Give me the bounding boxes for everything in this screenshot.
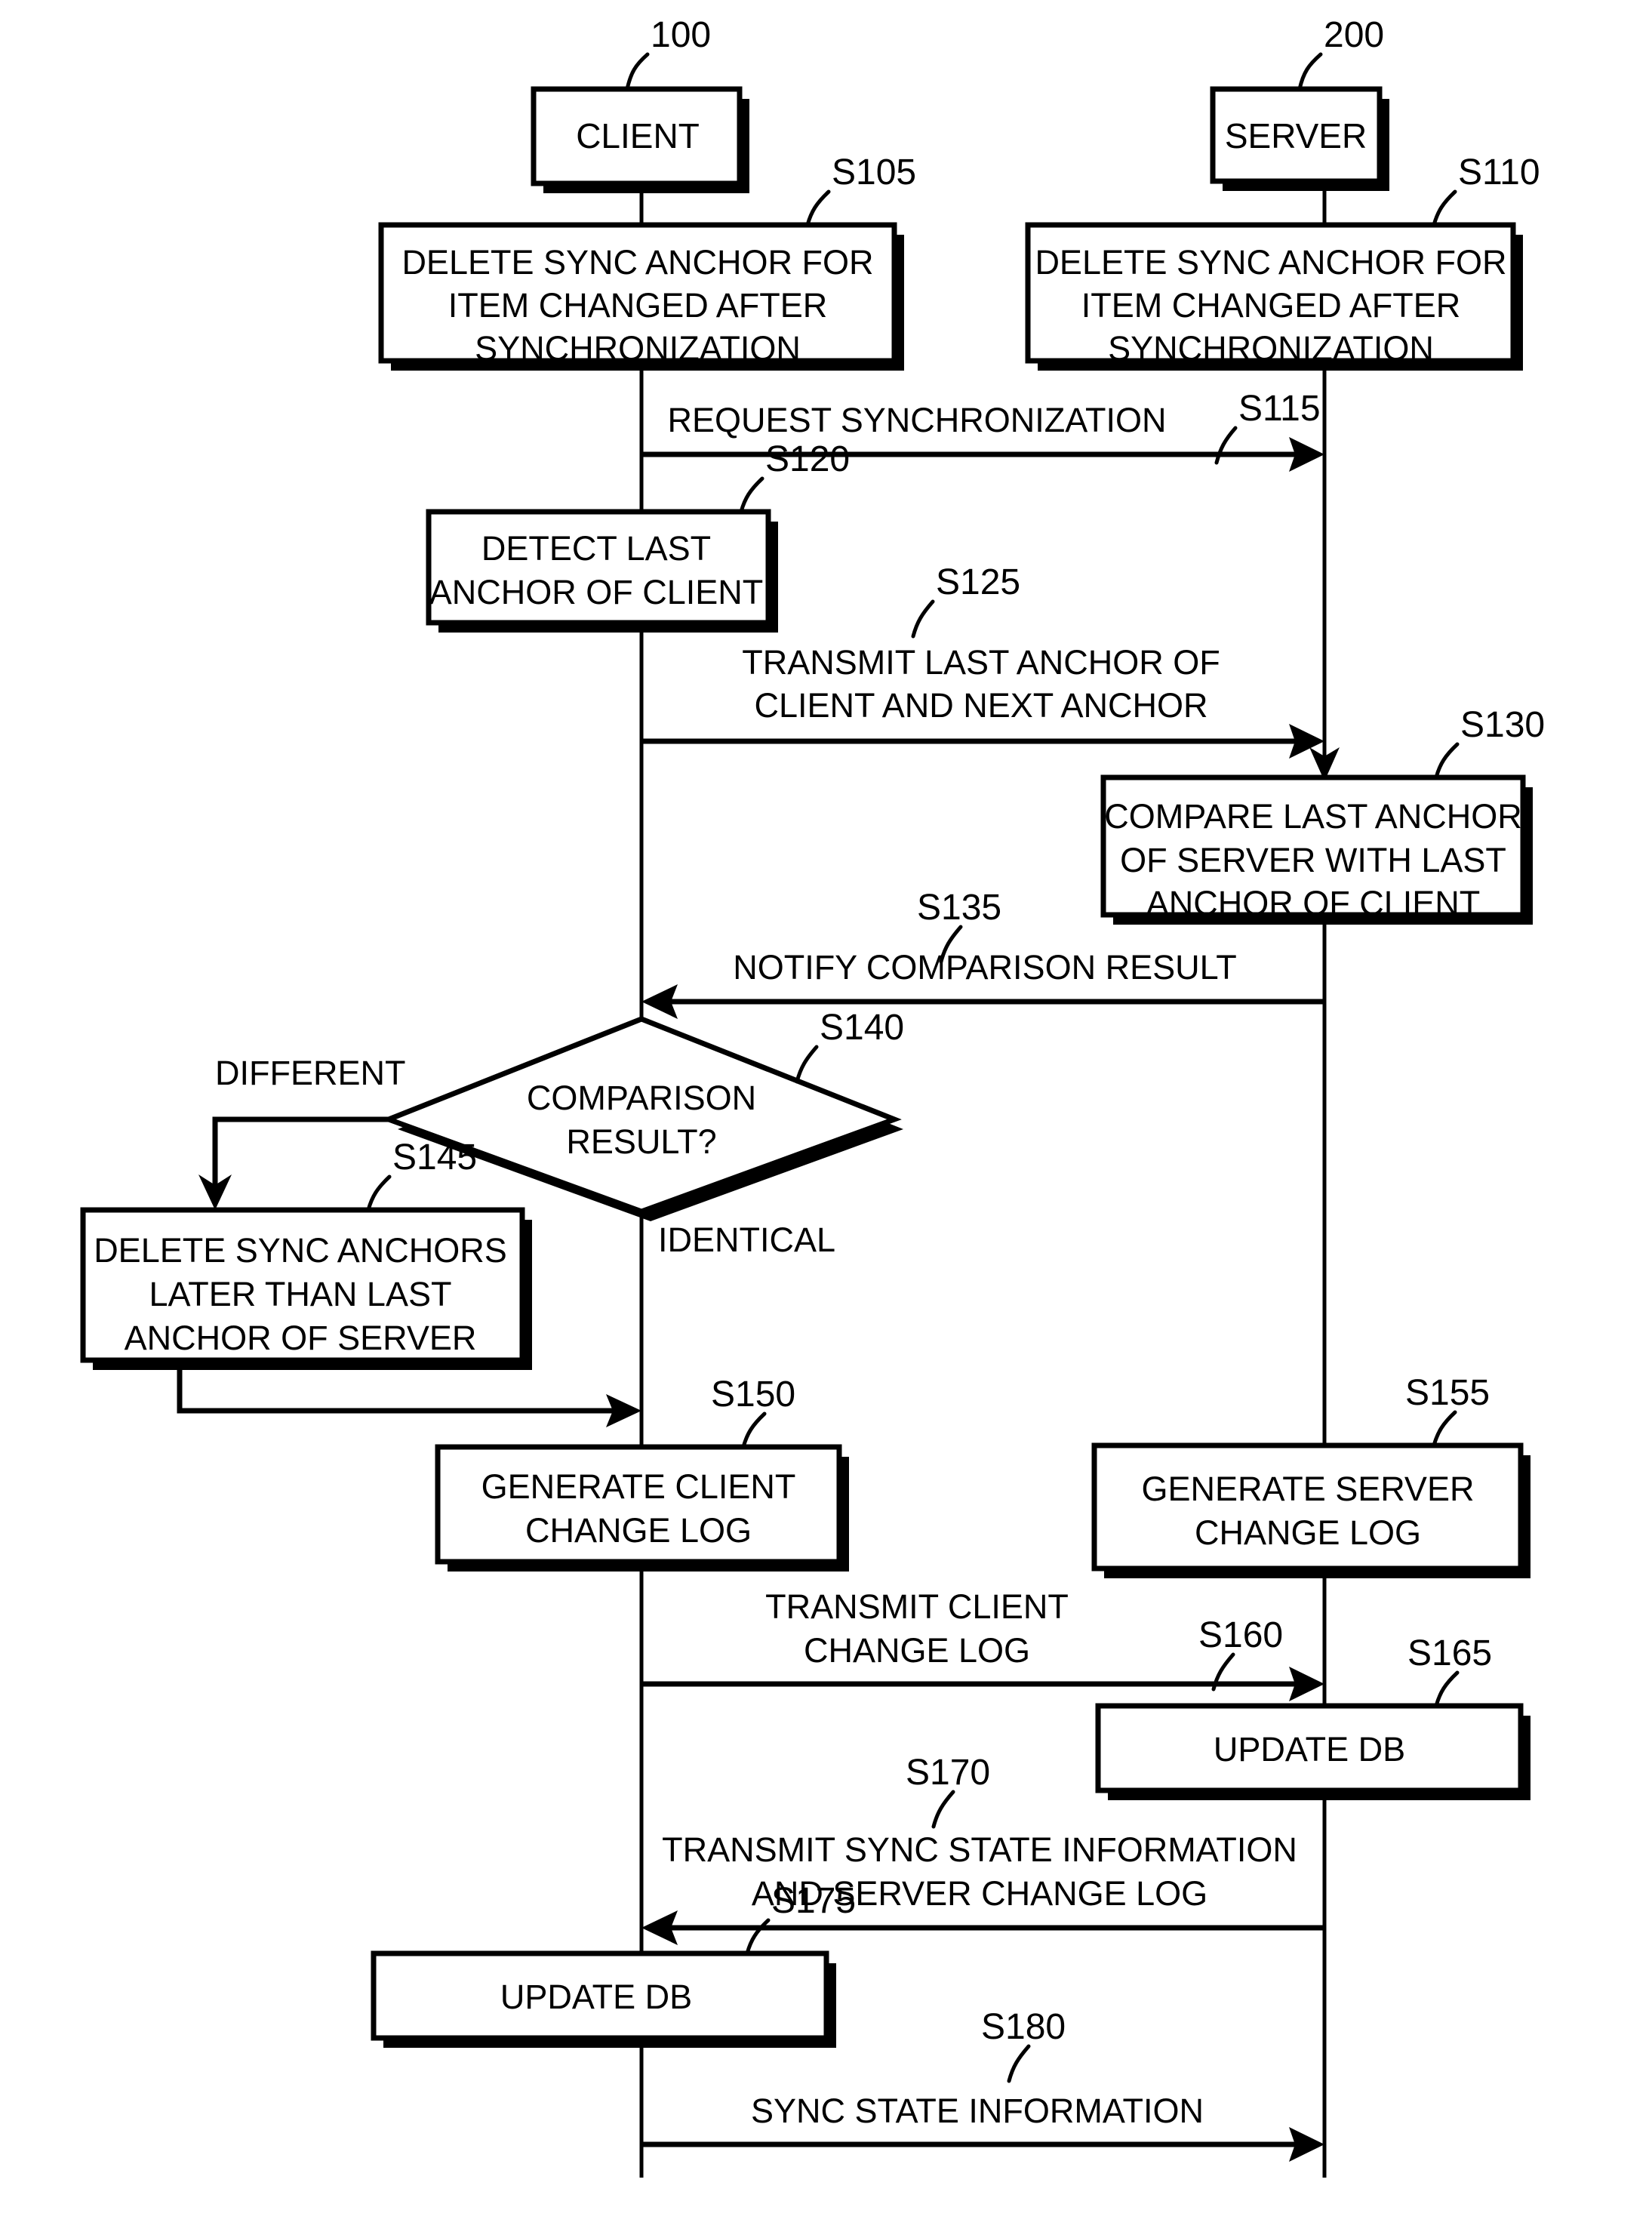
message-s180: SYNC STATE INFORMATION bbox=[641, 2092, 1324, 2162]
s130-leader bbox=[1434, 742, 1460, 780]
process-box-s150-line-2: CHANGE LOG bbox=[525, 1511, 752, 1550]
message-s160-line-1: TRANSMIT CLIENT bbox=[765, 1587, 1069, 1626]
process-box-s130-line-3: ANCHOR OF CLIENT bbox=[1146, 884, 1481, 922]
step-label-s115: S115 bbox=[1238, 389, 1321, 429]
s170-leader bbox=[931, 1790, 955, 1829]
process-box-s110: DELETE SYNC ANCHOR FOR ITEM CHANGED AFTE… bbox=[1025, 222, 1523, 371]
process-box-s130: COMPARE LAST ANCHOR OF SERVER WITH LAST … bbox=[1100, 774, 1533, 925]
step-label-s175: S175 bbox=[771, 1881, 856, 1921]
process-box-s120-line-2: ANCHOR OF CLIENT bbox=[429, 573, 764, 611]
step-label-s155: S155 bbox=[1405, 1373, 1490, 1413]
entity-server: SERVER bbox=[1210, 86, 1389, 191]
step-label-s145: S145 bbox=[392, 1137, 477, 1177]
process-box-s145-line-3: ANCHOR OF SERVER bbox=[125, 1319, 477, 1357]
sequence-diagram-svg: CLIENT 100 SERVER 200 DELETE SYNC ANCHOR… bbox=[80, 15, 1545, 2178]
s105-leader bbox=[805, 189, 831, 227]
s145-return-path bbox=[177, 1370, 625, 1414]
process-box-s105: DELETE SYNC ANCHOR FOR ITEM CHANGED AFTE… bbox=[378, 222, 904, 371]
s180-leader bbox=[1007, 2044, 1031, 2083]
step-label-s105: S105 bbox=[832, 152, 916, 192]
process-box-s120-line-1: DETECT LAST bbox=[481, 529, 711, 568]
s120-leader bbox=[739, 476, 764, 514]
client-ref-leader bbox=[625, 52, 650, 91]
process-box-s110-line-2: ITEM CHANGED AFTER bbox=[1081, 286, 1461, 325]
process-box-s130-line-2: OF SERVER WITH LAST bbox=[1120, 841, 1506, 879]
process-box-s130-line-1: COMPARE LAST ANCHOR bbox=[1104, 797, 1521, 836]
process-box-s165-line-1: UPDATE DB bbox=[1214, 1730, 1405, 1769]
process-box-s175: UPDATE DB bbox=[371, 1950, 836, 2048]
process-box-s150-line-1: GENERATE CLIENT bbox=[481, 1467, 796, 1506]
decision-s140: COMPARISON RESULT? bbox=[381, 1016, 903, 1221]
process-box-s175-line-1: UPDATE DB bbox=[500, 1978, 692, 2016]
server-ref-leader bbox=[1297, 52, 1323, 91]
step-label-s170: S170 bbox=[906, 1753, 990, 1793]
s115-leader bbox=[1214, 426, 1238, 465]
entity-client-label: CLIENT bbox=[576, 116, 700, 155]
s145-leader bbox=[366, 1174, 392, 1212]
step-label-s135: S135 bbox=[917, 888, 1001, 928]
step-label-s150: S150 bbox=[711, 1375, 795, 1415]
step-label-s110: S110 bbox=[1458, 152, 1540, 192]
server-ref-number: 200 bbox=[1324, 15, 1384, 55]
message-s115-line-1: REQUEST SYNCHRONIZATION bbox=[668, 401, 1167, 439]
process-box-s155-line-2: CHANGE LOG bbox=[1195, 1513, 1421, 1552]
branch-path-different bbox=[212, 1116, 389, 1187]
process-box-s165: UPDATE DB bbox=[1095, 1703, 1530, 1800]
decision-s140-line-1: COMPARISON bbox=[527, 1079, 756, 1117]
message-s180-line-1: SYNC STATE INFORMATION bbox=[751, 2092, 1204, 2130]
s140-leader bbox=[795, 1045, 819, 1084]
message-s115: REQUEST SYNCHRONIZATION bbox=[641, 401, 1324, 472]
patent-figure-canvas: CLIENT 100 SERVER 200 DELETE SYNC ANCHOR… bbox=[0, 0, 1652, 2238]
step-label-s165: S165 bbox=[1407, 1633, 1492, 1673]
process-box-s155-line-1: GENERATE SERVER bbox=[1142, 1470, 1475, 1508]
process-box-s145-line-2: LATER THAN LAST bbox=[149, 1275, 452, 1313]
process-box-s155: GENERATE SERVER CHANGE LOG bbox=[1091, 1442, 1530, 1578]
step-label-s125: S125 bbox=[936, 562, 1020, 602]
process-box-s110-line-1: DELETE SYNC ANCHOR FOR bbox=[1035, 243, 1506, 282]
step-label-s130: S130 bbox=[1460, 705, 1545, 745]
entity-client: CLIENT bbox=[531, 86, 749, 193]
s110-leader bbox=[1432, 189, 1457, 227]
step-label-s120: S120 bbox=[765, 439, 850, 479]
message-s135-line-1: NOTIFY COMPARISON RESULT bbox=[733, 948, 1237, 987]
message-s125: TRANSMIT LAST ANCHOR OF CLIENT AND NEXT … bbox=[641, 643, 1324, 759]
message-s125-line-1: TRANSMIT LAST ANCHOR OF bbox=[742, 643, 1220, 682]
decision-s140-line-2: RESULT? bbox=[566, 1122, 716, 1161]
s150-leader bbox=[741, 1411, 767, 1449]
s155-leader bbox=[1432, 1410, 1457, 1448]
s165-leader bbox=[1434, 1670, 1460, 1708]
s125-leader bbox=[911, 599, 935, 639]
entity-server-label: SERVER bbox=[1225, 116, 1367, 155]
process-box-s145-line-1: DELETE SYNC ANCHORS bbox=[94, 1231, 507, 1270]
branch-label-different: DIFFERENT bbox=[215, 1054, 406, 1092]
process-box-s145: DELETE SYNC ANCHORS LATER THAN LAST ANCH… bbox=[80, 1207, 532, 1370]
process-box-s150: GENERATE CLIENT CHANGE LOG bbox=[435, 1444, 849, 1572]
process-box-s105-line-3: SYNCHRONIZATION bbox=[475, 329, 801, 368]
message-s125-line-2: CLIENT AND NEXT ANCHOR bbox=[755, 686, 1208, 725]
process-box-s120: DETECT LAST ANCHOR OF CLIENT bbox=[426, 509, 778, 633]
step-label-s180: S180 bbox=[981, 2007, 1066, 2047]
client-ref-number: 100 bbox=[651, 15, 711, 55]
step-label-s160: S160 bbox=[1198, 1615, 1283, 1655]
branch-label-identical: IDENTICAL bbox=[658, 1221, 835, 1259]
message-s170-line-1: TRANSMIT SYNC STATE INFORMATION bbox=[662, 1830, 1297, 1869]
step-label-s140: S140 bbox=[820, 1008, 904, 1048]
message-s170: TRANSMIT SYNC STATE INFORMATION AND SERV… bbox=[641, 1830, 1324, 1945]
process-box-s110-line-3: SYNCHRONIZATION bbox=[1108, 329, 1434, 368]
process-box-s105-line-1: DELETE SYNC ANCHOR FOR bbox=[401, 243, 873, 282]
process-box-s105-line-2: ITEM CHANGED AFTER bbox=[448, 286, 828, 325]
message-s160-line-2: CHANGE LOG bbox=[804, 1631, 1030, 1670]
message-s135: NOTIFY COMPARISON RESULT bbox=[641, 948, 1324, 1019]
